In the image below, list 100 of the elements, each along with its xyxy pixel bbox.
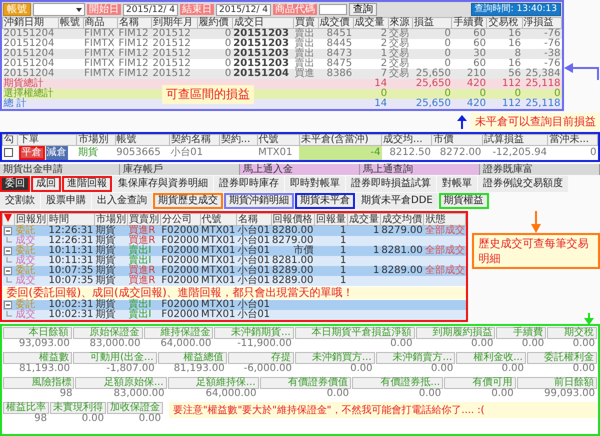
tab[interactable]: 成回 (31, 176, 61, 192)
start-date-field[interactable]: 2015/12/ 4 (123, 4, 178, 16)
tab[interactable]: 即時對帳單 (285, 176, 345, 192)
product-code-field[interactable] (319, 4, 348, 15)
collapse-icon[interactable] (4, 247, 12, 255)
column-header[interactable]: 帳號 (115, 134, 170, 146)
query-button[interactable]: 查詢 (349, 3, 378, 16)
tab[interactable]: 證券例說交易額度 (478, 176, 568, 192)
table-cell-text: 0.00 (500, 364, 525, 374)
column-header[interactable]: 手續費 (452, 18, 487, 28)
tab[interactable]: 進階回報 (62, 176, 112, 192)
tab[interactable]: 期貨未平倉DDE (356, 193, 438, 209)
table-cell: -76 (522, 28, 562, 39)
column-header: 有價可用 (444, 377, 516, 389)
column-header: 委託權利金 (526, 352, 597, 364)
tab[interactable]: 期貨沖銷明細 (224, 193, 294, 209)
column-header[interactable]: 沖銷日期 (2, 18, 59, 28)
column-header[interactable]: 市場別 (76, 134, 116, 146)
table-cell: 25,384 (522, 69, 562, 79)
column-header[interactable]: 到期年月 (152, 18, 198, 28)
table-cell: 買進R (127, 236, 160, 246)
column-header[interactable]: 名稱 (236, 214, 272, 226)
column-header[interactable]: 勾 (2, 134, 18, 146)
table-cell: MTX01 (257, 146, 300, 160)
total-label: 總 計 (2, 99, 84, 109)
tab[interactable]: 期貨權益 (438, 193, 489, 209)
column-header[interactable]: 成交日 (232, 18, 294, 28)
column-header[interactable]: 損益 (412, 18, 452, 28)
time-button[interactable]: 查詢時間: 13:40:13 (470, 3, 561, 16)
column-header[interactable]: 代號 (257, 134, 300, 146)
column-header[interactable]: 買賣別 (127, 214, 160, 226)
table-cell: 10:11:31 (48, 256, 94, 266)
column-header[interactable]: 來源 (388, 18, 413, 28)
menu-group[interactable]: 期貨出金申請 (0, 164, 120, 175)
column-header[interactable]: 市場別 (94, 214, 128, 226)
column-header[interactable]: 回報量 (314, 214, 348, 226)
column-header[interactable]: 當沖未... (548, 134, 598, 146)
column-header[interactable]: 未平倉(含當沖) (299, 134, 382, 146)
table-cell: 0 (548, 146, 598, 160)
column-header[interactable]: 買賣 (294, 18, 318, 28)
column-header[interactable]: 履約價 (197, 18, 232, 28)
column-header[interactable]: 帳號 (58, 18, 84, 28)
collapse-icon[interactable] (4, 227, 12, 235)
tab[interactable]: 股票申購 (41, 193, 91, 209)
column-header[interactable]: 成交均價 (380, 214, 424, 226)
column-header[interactable]: 時間 (48, 214, 94, 226)
column-header[interactable]: 試算損益 (482, 134, 548, 146)
column-header[interactable]: 分公司 (160, 214, 200, 226)
table-cell: 12:26:31 (48, 236, 94, 246)
column-header[interactable]: 回報價格 (271, 214, 314, 226)
caret-icon (76, 8, 82, 12)
callout-note: 可查區間的損益 (162, 85, 254, 104)
checkbox[interactable] (4, 148, 12, 157)
close-button[interactable]: 平倉 (18, 146, 45, 160)
column-header[interactable]: 成交均... (382, 134, 432, 146)
reduce-button[interactable]: 減倉 (46, 146, 68, 160)
table-cell: 委託 (14, 246, 48, 256)
tab[interactable]: 出入金查詢 (92, 193, 152, 209)
column-header[interactable]: 成交價 (318, 18, 354, 28)
column-header[interactable]: 商品 (83, 18, 118, 28)
column-header[interactable]: 契約... (219, 134, 258, 146)
table-cell-text: 0.00 (80, 414, 105, 424)
table-cell: 420 (452, 79, 487, 89)
menu-group[interactable]: 馬上通入金 (240, 164, 360, 175)
tab[interactable]: 期貨歷史成交 (153, 193, 223, 209)
tab[interactable]: 集保庫存與資券明細 (113, 176, 213, 192)
column-header[interactable]: 契約名稱 (169, 134, 220, 146)
column-header[interactable]: 下單 (18, 134, 77, 146)
menu-group[interactable]: 馬上通查詢 (360, 164, 480, 175)
column-header[interactable]: 代號 (200, 214, 236, 226)
column-header[interactable]: 淨損益 (522, 18, 562, 28)
collapse-icon[interactable] (4, 267, 12, 275)
column-header[interactable]: 名稱 (117, 18, 152, 28)
tab[interactable]: 期貨未平倉 (295, 193, 355, 209)
tab[interactable]: 證券即時損益試算 (346, 176, 436, 192)
tree-line-icon (4, 257, 12, 265)
menu-group[interactable]: 證券既庫富 (480, 164, 600, 175)
column-header[interactable]: 回報別 (14, 214, 48, 226)
table-cell: 交易 (388, 69, 413, 79)
table-cell: MTX01 (200, 226, 236, 236)
tab[interactable]: 交割款 (0, 193, 40, 209)
collapse-icon[interactable] (4, 301, 12, 309)
column-header[interactable]: 狀態 (424, 214, 466, 226)
column-header[interactable]: 成交量 (353, 18, 388, 28)
column-header[interactable]: 成交量 (347, 214, 380, 226)
table-cell: 1 (314, 226, 348, 236)
column-header[interactable]: 市價 (432, 134, 482, 146)
column-header[interactable]: 交易稅 (486, 18, 522, 28)
table-cell: 小台01 (236, 256, 272, 266)
tab[interactable]: 對帳單 (437, 176, 477, 192)
column-header: 足額維持保... (168, 377, 259, 389)
table-cell: 2 (353, 59, 388, 69)
end-date-field[interactable]: 2015/12/ 4 (216, 4, 272, 16)
table-cell: 420 (452, 99, 487, 109)
start-date-label: 開始日 (87, 4, 121, 15)
account-dropdown[interactable] (33, 3, 85, 16)
table-cell: 30 (452, 49, 487, 59)
tab[interactable]: 證券即時庫存 (214, 176, 284, 192)
table-cell: 全部成交 (424, 226, 466, 236)
tab[interactable]: 委回 (0, 176, 30, 192)
